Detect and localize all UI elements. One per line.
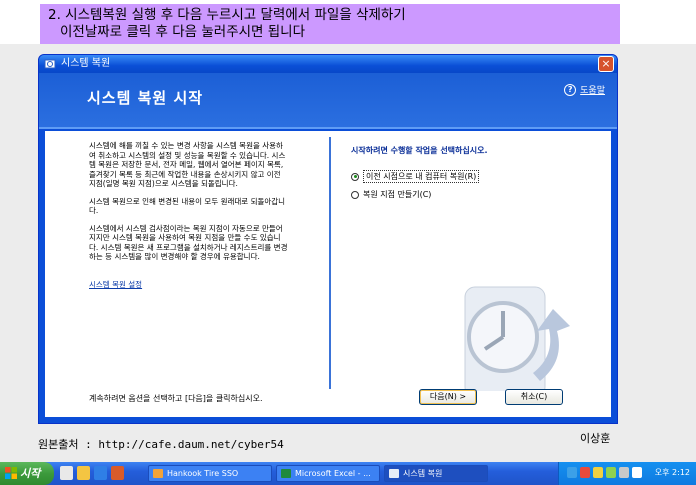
task-label: 시스템 복원 [403,469,443,478]
banner-line-1: 2. 시스템복원 실행 후 다음 누르시고 달력에서 파일을 삭제하기 [48,7,406,23]
window-title: 시스템 복원 [61,58,111,69]
start-button[interactable]: 시작 [0,462,54,485]
system-restore-task-icon [389,469,399,478]
options-question: 시작하려면 수행할 작업을 선택하십시오. [351,146,488,155]
restore-settings-link[interactable]: 시스템 복원 설정 [89,280,289,290]
radio-create-restore-point[interactable] [351,190,359,199]
tray-icons [567,467,642,478]
system-restore-icon [44,59,56,69]
windows-flag-icon [5,467,17,479]
tray-network-icon[interactable] [567,467,577,478]
tray-security-icon[interactable] [580,467,590,478]
task-system-restore[interactable]: 시스템 복원 [384,465,488,482]
folder-icon[interactable] [77,466,90,480]
option-restore-earlier[interactable]: 이전 시점으로 내 컴퓨터 복원(R) [351,170,601,183]
close-button[interactable]: × [598,56,614,72]
excel-icon [281,469,291,478]
next-button[interactable]: 다음(N) > [419,389,477,405]
radio-restore-earlier[interactable] [351,172,359,181]
start-label: 시작 [20,467,41,480]
title-bar[interactable]: 시스템 복원 × [39,55,617,73]
tray-volume-icon[interactable] [619,467,629,478]
tray-app-icon[interactable] [593,467,603,478]
author-caption: 이상훈 [580,432,611,445]
wizard-content: 시스템에 해를 끼칠 수 있는 변경 사항을 시스템 복원을 사용하여 취소하고… [45,131,611,417]
option-create-restore-point-label: 복원 지점 만들기(C) [363,190,432,199]
tray-update-icon[interactable] [606,467,616,478]
help-link[interactable]: ? 도움말 [564,83,605,96]
description-paragraph-2: 시스템 복원으로 인해 변경된 내용이 모두 원래대로 되돌아갑니다. [89,196,286,216]
description-paragraph-1: 시스템에 해를 끼칠 수 있는 변경 사항을 시스템 복원을 사용하여 취소하고… [89,141,286,188]
ie-quicklaunch-icon[interactable] [94,466,107,480]
wizard-header: 시스템 복원 시작 ? 도움말 [39,73,617,129]
continue-instruction: 계속하려면 옵션을 선택하고 [다음]을 클릭하십시오. [89,394,263,403]
help-icon: ? [564,83,577,96]
clock-time[interactable]: 오후 2:12 [655,467,690,478]
cancel-button[interactable]: 취소(C) [505,389,563,405]
option-create-restore-point[interactable]: 복원 지점 만들기(C) [351,189,601,200]
taskbar: 시작 Hankook Tire SSO Microsoft Excel - ..… [0,462,696,485]
page-title: 시스템 복원 시작 [87,89,204,107]
task-hankook-sso[interactable]: Hankook Tire SSO [148,465,272,482]
tray-misc-icon[interactable] [632,467,642,478]
vertical-divider [329,137,331,389]
clock-illustration-icon [464,286,570,391]
quick-launch [60,466,124,480]
banner-line-2: 이전날짜로 클릭 후 다음 눌러주시면 됩니다 [60,24,306,40]
media-icon[interactable] [111,466,124,480]
task-excel[interactable]: Microsoft Excel - ... [276,465,380,482]
help-label: 도움말 [580,86,605,96]
system-restore-window: 시스템 복원 × 시스템 복원 시작 ? 도움말 시스템에 해를 끼칠 수 있는… [38,54,618,424]
ie-icon [153,469,163,478]
show-desktop-icon[interactable] [60,466,73,480]
instruction-banner: 2. 시스템복원 실행 후 다음 누르시고 달력에서 파일을 삭제하기 이전날짜… [40,4,620,46]
task-label: Hankook Tire SSO [167,469,239,478]
task-label: Microsoft Excel - ... [295,469,371,478]
description-paragraph-3: 시스템에서 시스템 검사점이라는 복원 지점이 자동으로 만들어지지만 시스템 … [89,223,288,262]
source-caption: 원본출처 : http://cafe.daum.net/cyber54 [38,438,284,451]
options-panel: 시작하려면 수행할 작업을 선택하십시오. 이전 시점으로 내 컴퓨터 복원(R… [351,145,601,206]
system-tray: 오후 2:12 [558,462,696,485]
option-restore-earlier-label: 이전 시점으로 내 컴퓨터 복원(R) [363,170,480,183]
description-panel: 시스템에 해를 끼칠 수 있는 변경 사항을 시스템 복원을 사용하여 취소하고… [89,141,289,289]
